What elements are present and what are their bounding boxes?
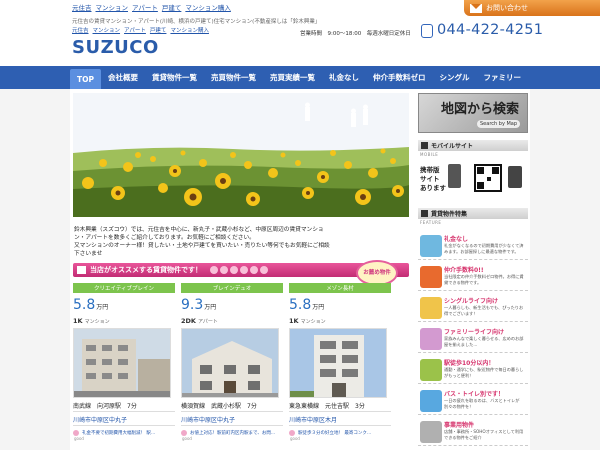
listing-layout: 1K マンション	[289, 317, 326, 325]
listing-photo[interactable]	[181, 328, 279, 398]
listing-price: 9.3万円	[181, 297, 217, 313]
features-sub: FEATURE	[420, 220, 442, 225]
mobile-site-sub: MOBILE	[420, 152, 439, 157]
building-icon	[420, 421, 442, 443]
nav-item-sale-record[interactable]: 売買実績一覧	[263, 66, 322, 89]
square-bullet-icon	[421, 142, 428, 149]
listing-station: 南武線 向河原駅 7分	[73, 401, 175, 412]
intro-line-3: 又マンションのオーナー様！貸したい・土地や戸建てを買いたい・売りたい等何でもお気…	[74, 243, 330, 249]
nav-item-top[interactable]: TOP	[70, 69, 101, 89]
map-search-subtitle: Search by Map	[477, 120, 521, 128]
listing-good-label: good	[182, 436, 192, 441]
listing-layout: 2DK アパート	[181, 317, 218, 325]
site-logo[interactable]: SUZUCO	[72, 37, 159, 58]
family-life-icon	[420, 328, 442, 350]
tagline: 元住吉の賃貸マンション・アパート(川崎、横浜の戸建て)住宅マンション(不動産探し…	[72, 19, 321, 25]
single-life-icon	[420, 297, 442, 319]
left-gutter	[0, 89, 70, 450]
bath-icon	[420, 390, 442, 412]
banner-decoration	[210, 266, 268, 274]
feature-family[interactable]: ファミリーライフ向け 家族みんなで楽しく暮らせる、広めのお部屋を揃えました...	[418, 325, 528, 353]
zero-fee-icon	[420, 266, 442, 288]
main-nav: TOP 会社概要 賃貸物件一覧 売買物件一覧 売買実績一覧 礼金なし 仲介手数料…	[70, 66, 528, 89]
nav-item-company[interactable]: 会社概要	[101, 66, 145, 89]
features-heading: 賃貸物件特集	[418, 208, 528, 219]
intro-line-1: 鈴木興業（スズコウ）では、元住吉を中心に、新丸子・武蔵小杉など、中原区周辺の賃貸…	[74, 227, 324, 233]
recommended-banner-text: 当店がオススメする賃貸物件です！	[90, 266, 202, 274]
phone-number[interactable]: 044-422-4251	[437, 22, 543, 38]
map-search-title: 地図から検索	[441, 102, 520, 117]
mobile-site-box[interactable]: 携帯版 サイト あります	[418, 160, 528, 202]
phone-icon	[421, 24, 433, 38]
mobile-site-heading: モバイルサイト	[418, 140, 528, 151]
listing-photo[interactable]	[73, 328, 171, 398]
top-link-apartment[interactable]: アパート	[132, 2, 158, 12]
listing-good-label: good	[74, 436, 84, 441]
contact-label: お問い合わせ	[486, 4, 528, 12]
intro-line-2: ン・アパートを数多くご紹介しております。お気軽にご相談ください。	[74, 235, 255, 241]
no-key-money-icon	[420, 235, 442, 257]
listing-address[interactable]: 川崎市中原区木月	[289, 415, 391, 426]
nav-item-zero-fee[interactable]: 仲介手数料ゼロ	[366, 66, 433, 89]
station-icon	[420, 359, 442, 381]
listing-station: 横須賀線 武蔵小杉駅 7分	[181, 401, 283, 412]
listing-station: 東急東横線 元住吉駅 3分	[289, 401, 391, 412]
feature-single[interactable]: シングルライフ向け 一人暮らしも、新生活もでも、ぴったりお得でございます！	[418, 294, 528, 322]
feature-zero-fee[interactable]: 仲介手数料0!! 当社限定の仲介手数料ゼロ物件。お得に賃貸できる物件です。	[418, 263, 528, 291]
listing-card[interactable]: メゾン長村 5.8万円 1K マンション 東急東横線 元住吉駅 3分 川崎市中原区…	[289, 283, 391, 441]
nav-item-no-key-money[interactable]: 礼金なし	[322, 66, 366, 89]
feature-bath-toilet[interactable]: バス・トイレ別です！ 一日の疲れを取るのは、バスとトイレが別々の物件を！	[418, 387, 528, 415]
listing-tag[interactable]: クリエイティブプレイン	[73, 283, 175, 293]
square-bullet-icon	[421, 210, 428, 217]
top-link-motosumiyoshi[interactable]: 元住吉	[72, 2, 92, 12]
mobile-phone-icon	[448, 164, 461, 188]
top-link-house[interactable]: 戸建て	[162, 2, 182, 12]
nav-item-rental[interactable]: 賃貸物件一覧	[145, 66, 204, 89]
top-links: 元住吉 マンション アパート 戸建て マンション購入	[72, 2, 231, 12]
intro-line-4: 下さいませ	[74, 251, 103, 257]
listing-tag[interactable]: メゾン長村	[289, 283, 391, 293]
right-gutter	[530, 89, 600, 450]
map-search-banner[interactable]: 地図から検索 Search by Map	[418, 93, 528, 133]
hero-sunflower-image	[73, 93, 409, 217]
mobile-site-text: 携帯版 サイト あります	[420, 166, 446, 192]
listing-note[interactable]: お値上対応！駅前町内区内駅まで、お問...	[181, 430, 283, 436]
house-icon	[77, 266, 86, 274]
listing-card[interactable]: ブレインデュオ 9.3万円 2DK アパート 横須賀線 武蔵小杉駅 7分 川崎市中…	[181, 283, 283, 441]
nav-item-family[interactable]: ファミリー	[477, 66, 529, 89]
top-link-purchase[interactable]: マンション購入	[185, 2, 231, 12]
sub-link-purchase[interactable]: マンション購入	[170, 26, 209, 34]
sub-link-motosumiyoshi[interactable]: 元住吉	[72, 26, 89, 34]
listing-good-label: good	[290, 436, 300, 441]
listing-photo[interactable]	[289, 328, 387, 398]
feature-near-station[interactable]: 駅徒歩10分以内！ 通勤・通学にも、駅近物件で毎日の暮らしがもっと便利！	[418, 356, 528, 384]
nav-item-single[interactable]: シングル	[433, 66, 477, 89]
listing-price: 5.8万円	[289, 297, 325, 313]
nav-item-sale[interactable]: 売買物件一覧	[204, 66, 263, 89]
smartphone-icon	[508, 166, 522, 188]
listing-layout: 1K マンション	[73, 317, 110, 325]
contact-button[interactable]: お問い合わせ	[464, 0, 600, 16]
mail-icon	[470, 3, 482, 13]
top-link-mansion[interactable]: マンション	[96, 2, 129, 12]
listing-price: 5.8万円	[73, 297, 109, 313]
listing-tag[interactable]: ブレインデュオ	[181, 283, 283, 293]
sub-link-mansion[interactable]: マンション	[93, 26, 121, 34]
sub-link-house[interactable]: 戸建て	[150, 26, 167, 34]
sub-links: 元住吉 マンション アパート 戸建て マンション購入	[72, 26, 209, 34]
business-hours: 営業時間 9:00～18:00 毎週水曜日定休日	[300, 31, 411, 37]
listing-card[interactable]: クリエイティブプレイン 5.8万円 1K マンション 南武線 向河原駅 7分 川崎…	[73, 283, 175, 441]
qr-code-icon	[474, 164, 502, 192]
listing-address[interactable]: 川崎市中原区中丸子	[181, 415, 283, 426]
sub-link-apartment[interactable]: アパート	[124, 26, 146, 34]
intro-text: 鈴木興業（スズコウ）では、元住吉を中心に、新丸子・武蔵小杉など、中原区周辺の賃貸…	[74, 226, 406, 258]
feature-no-key-money[interactable]: 礼金なし 礼金がなくなるので初期費用が少なくて済みます。お部屋探しに最適な物件で…	[418, 232, 528, 260]
listing-address[interactable]: 川崎市中原区中丸子	[73, 415, 175, 426]
feature-commercial[interactable]: 事業用物件 店舗・事務所・SOHOオフィスとして利用できる物件をご紹介	[418, 418, 528, 446]
